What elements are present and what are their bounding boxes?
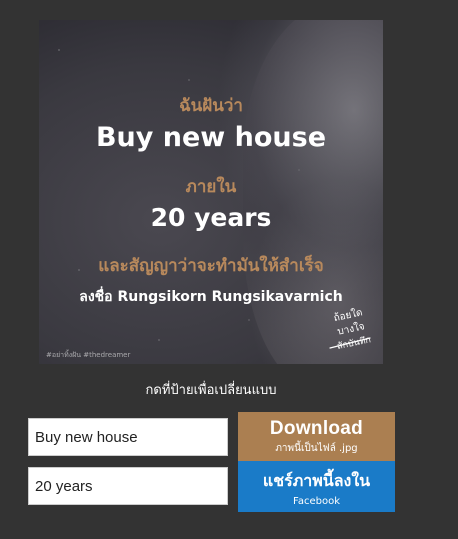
download-button-sublabel: ภาพนี้เป็นไฟล์ .jpg — [275, 443, 358, 454]
years-input[interactable] — [28, 467, 228, 505]
download-button-label: Download — [269, 418, 364, 439]
poster-image[interactable]: ฉันฝันว่า Buy new house ภายใน 20 years แ… — [39, 20, 383, 364]
poster-timeframe-text: 20 years — [150, 203, 272, 232]
poster-line-promise: และสัญญาว่าจะทำมันให้สำเร็จ — [98, 256, 324, 276]
poster-line-dream-intro: ฉันฝันว่า — [179, 96, 243, 116]
change-style-hint: กดที่ป้ายเพื่อเปลี่ยนแบบ — [145, 383, 277, 398]
poster-dream-text: Buy new house — [95, 122, 327, 153]
share-button-sublabel: Facebook — [293, 496, 340, 507]
poster-line-within: ภายใน — [185, 177, 237, 197]
share-facebook-button[interactable]: แชร์ภาพนี้ลงใน Facebook — [238, 461, 395, 512]
share-button-label: แชร์ภาพนี้ลงใน — [262, 473, 371, 490]
poster-hashtags: #อย่าทิ้งฝัน #thedreamer — [46, 351, 131, 359]
dream-input[interactable] — [28, 418, 228, 456]
download-button[interactable]: Download ภาพนี้เป็นไฟล์ .jpg — [238, 412, 395, 463]
poster-logo: ถ้อยใด บางใจ สักบันทึก — [329, 306, 372, 352]
